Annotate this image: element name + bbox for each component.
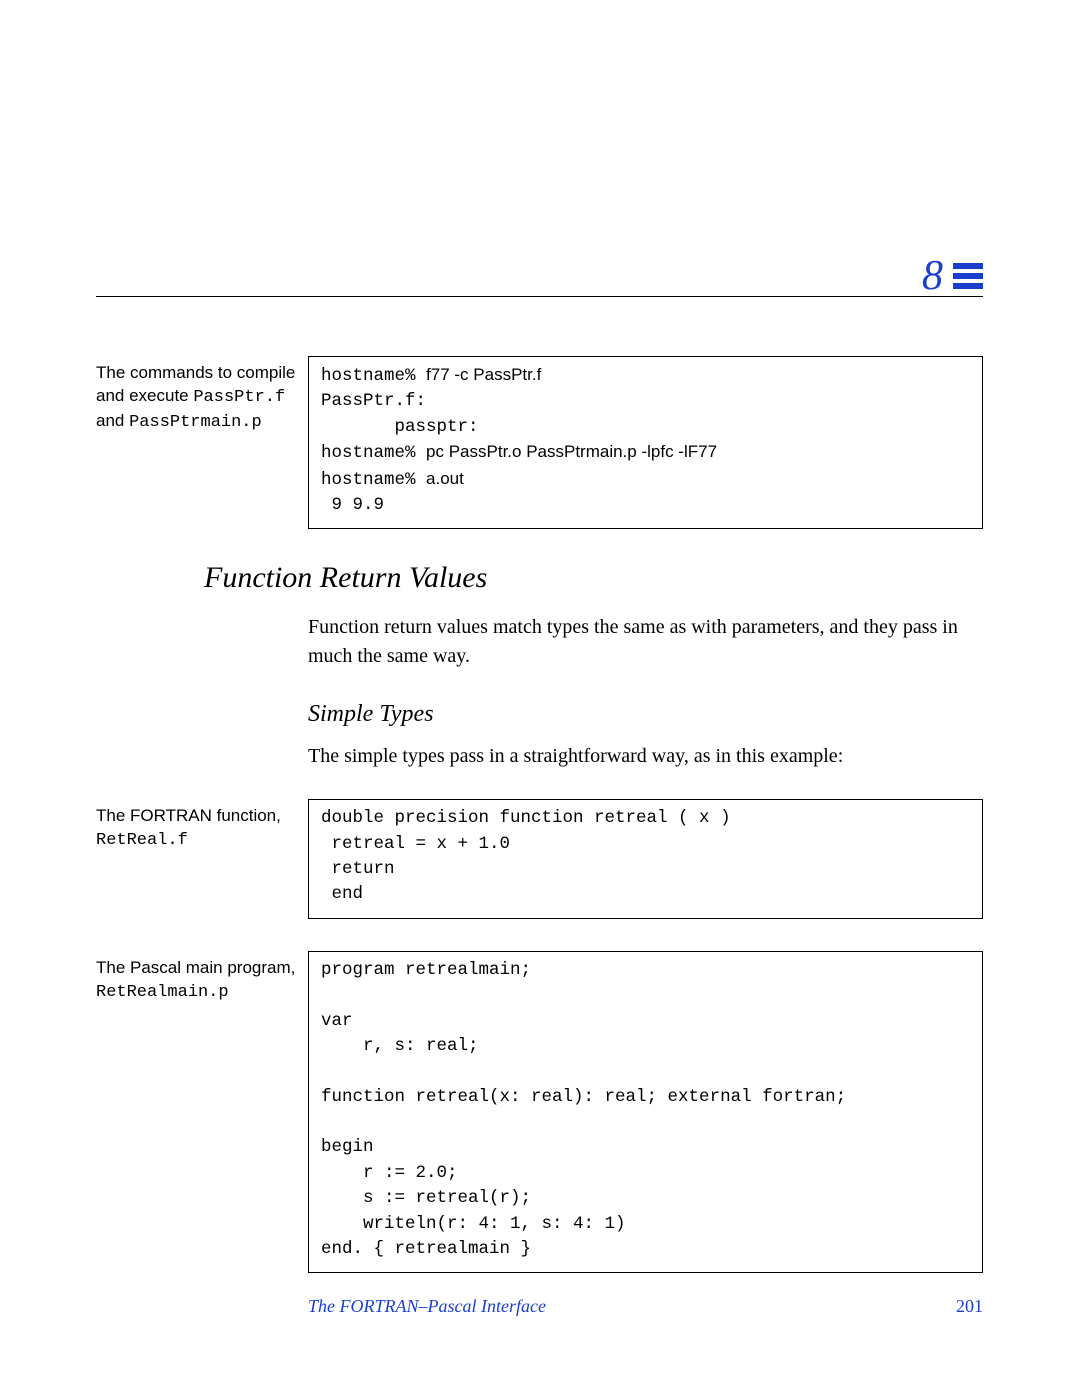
shell-command: pc PassPtr.o PassPtrmain.p -lpfc -lF77 [426,442,717,461]
shell-command: f77 -c PassPtr.f [426,365,541,384]
shell-prompt: hostname% [321,470,426,490]
shell-prompt: hostname% [321,443,426,463]
chapter-bars-icon [953,263,983,289]
footer-page-number: 201 [956,1296,983,1317]
codebox-passptr: hostname% f77 -c PassPtr.f PassPtr.f: pa… [308,356,983,529]
shell-command: a.out [426,469,464,488]
sidenote-filename: RetReal.f [96,831,188,850]
header-rule [96,296,983,297]
section-heading: Function Return Values [204,561,983,595]
sidenote-retreal-fortran: The FORTRAN function, RetReal.f [96,799,308,853]
sidenote-filename: PassPtrmain.p [129,413,262,432]
sidenote-text: and [96,411,129,430]
sidenote-retreal-pascal: The Pascal main program, RetRealmain.p [96,951,308,1005]
footer-chapter-title: The FORTRAN–Pascal Interface [308,1296,546,1317]
shell-prompt: hostname% [321,366,426,386]
example-block-passptr: The commands to compile and execute Pass… [96,356,983,529]
code-line: 9 9.9 [321,495,384,515]
code-line: passptr: [321,417,479,437]
chapter-marker: 8 [922,255,983,297]
sidenote-filename: PassPtr.f [193,388,285,407]
example-block-retreal-fortran: The FORTRAN function, RetReal.f double p… [96,799,983,919]
sidenote-text: The Pascal main program, [96,958,295,977]
page: 8 The commands to compile and execute Pa… [0,0,1080,1397]
body-paragraph: Function return values match types the s… [308,613,983,671]
body-paragraph: The simple types pass in a straightforwa… [308,742,983,771]
example-block-retreal-pascal: The Pascal main program, RetRealmain.p p… [96,951,983,1274]
sidenote-filename: RetRealmain.p [96,983,229,1002]
sidenote-passptr: The commands to compile and execute Pass… [96,356,308,435]
chapter-number: 8 [922,255,943,297]
codebox-retreal-fortran: double precision function retreal ( x ) … [308,799,983,919]
content-area: The commands to compile and execute Pass… [96,356,983,1305]
subsection-heading: Simple Types [308,701,983,728]
page-footer: The FORTRAN–Pascal Interface 201 [96,1296,983,1317]
sidenote-text: The FORTRAN function, [96,806,281,825]
code-line: PassPtr.f: [321,391,426,411]
codebox-retreal-pascal: program retrealmain; var r, s: real; fun… [308,951,983,1274]
